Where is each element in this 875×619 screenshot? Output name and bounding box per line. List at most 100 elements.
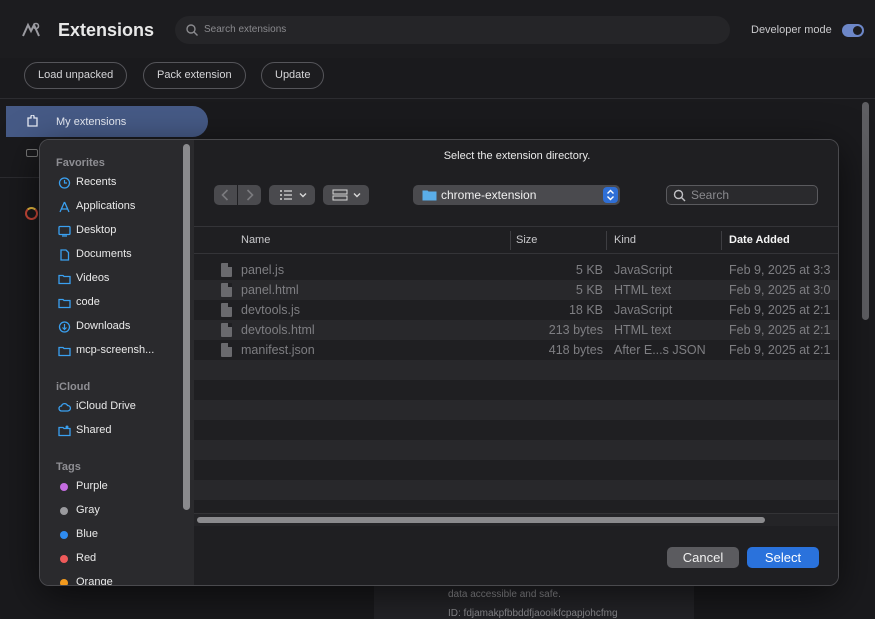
sidebar-item-label: Purple — [76, 480, 108, 492]
file-date: Feb 9, 2025 at 2:1 — [729, 323, 830, 337]
file-icon — [221, 263, 232, 277]
document-icon — [58, 249, 71, 261]
file-kind: HTML text — [614, 323, 671, 337]
dialog-search-field[interactable] — [666, 185, 818, 205]
extensions-search-bar[interactable]: Search extensions — [175, 16, 730, 44]
column-separator[interactable] — [606, 231, 607, 250]
folder-icon — [58, 273, 71, 285]
shared-folder-icon — [58, 425, 71, 437]
tag-color-dot — [60, 531, 68, 539]
file-date: Feb 9, 2025 at 2:1 — [729, 343, 830, 357]
extensions-header: Extensions Search extensions Developer m… — [0, 0, 875, 58]
developer-mode-toggle[interactable] — [842, 24, 864, 37]
chevron-left-icon — [214, 185, 237, 205]
pack-extension-button[interactable]: Pack extension — [143, 62, 246, 89]
page-title: Extensions — [58, 20, 154, 41]
file-name: panel.html — [241, 283, 299, 297]
chrome-web-store-icon[interactable] — [25, 207, 38, 220]
list-view-button[interactable] — [269, 185, 315, 205]
empty-row — [194, 480, 839, 500]
file-kind: After E...s JSON — [614, 343, 706, 357]
location-label: chrome-extension — [441, 188, 536, 202]
file-row[interactable]: devtools.html 213 bytes HTML text Feb 9,… — [194, 320, 839, 340]
sidebar-item-label: Recents — [76, 176, 116, 188]
tag-color-dot — [60, 507, 68, 515]
file-row[interactable]: panel.html 5 KB HTML text Feb 9, 2025 at… — [194, 280, 839, 300]
file-row[interactable]: devtools.js 18 KB JavaScript Feb 9, 2025… — [194, 300, 839, 320]
icloud-heading: iCloud — [56, 381, 90, 393]
sidebar-tag-red[interactable]: Red — [50, 549, 178, 569]
folder-icon — [58, 297, 71, 309]
sidebar-item-label: Documents — [76, 248, 132, 260]
sidebar-item-downloads[interactable]: Downloads — [50, 317, 178, 337]
sidebar-tag-orange[interactable]: Orange — [50, 573, 178, 586]
extension-card-description: data accessible and safe. — [448, 589, 561, 600]
up-down-chevron-icon — [603, 187, 618, 203]
sidebar-item-desktop[interactable]: Desktop — [50, 221, 178, 241]
file-size: 5 KB — [576, 283, 603, 297]
sidebar-item-documents[interactable]: Documents — [50, 245, 178, 265]
favorites-heading: Favorites — [56, 157, 105, 169]
sidebar-item-icloud-drive[interactable]: iCloud Drive — [50, 397, 178, 417]
list-view-icon — [269, 185, 315, 205]
sidebar-divider — [0, 177, 40, 178]
file-row[interactable]: panel.js 5 KB JavaScript Feb 9, 2025 at … — [194, 260, 839, 280]
grid-view-button[interactable] — [323, 185, 369, 205]
file-name: panel.js — [241, 263, 284, 277]
sidebar-item-mcp-screenshots[interactable]: mcp-screensh... — [50, 341, 178, 361]
sidebar-item-label: My extensions — [56, 116, 126, 128]
load-unpacked-button[interactable]: Load unpacked — [24, 62, 127, 89]
developer-mode-label: Developer mode — [751, 24, 832, 36]
sidebar-item-label: Shared — [76, 424, 111, 436]
file-kind: JavaScript — [614, 263, 672, 277]
sidebar-item-videos[interactable]: Videos — [50, 269, 178, 289]
page-scrollbar[interactable] — [862, 102, 869, 320]
file-name: devtools.js — [241, 303, 300, 317]
column-kind[interactable]: Kind — [614, 234, 636, 246]
file-list-header: Name Size Kind Date Added — [194, 226, 839, 254]
sidebar-tag-blue[interactable]: Blue — [50, 525, 178, 545]
header-divider — [0, 98, 875, 99]
search-input[interactable] — [691, 187, 811, 203]
tags-heading: Tags — [56, 461, 81, 473]
file-kind: HTML text — [614, 283, 671, 297]
back-button[interactable] — [214, 185, 237, 205]
dialog-title: Select the extension directory. — [194, 150, 839, 162]
sidebar-item-label: Blue — [76, 528, 98, 540]
file-icon — [221, 303, 232, 317]
sidebar-item-label: Orange — [76, 576, 113, 586]
sidebar-tag-purple[interactable]: Purple — [50, 477, 178, 497]
select-button[interactable]: Select — [747, 547, 819, 568]
download-icon — [58, 321, 71, 333]
sidebar-item-applications[interactable]: Applications — [50, 197, 178, 217]
column-size[interactable]: Size — [516, 234, 537, 246]
sidebar-item-code[interactable]: code — [50, 293, 178, 313]
file-row[interactable]: manifest.json 418 bytes After E...s JSON… — [194, 340, 839, 360]
sidebar-scrollbar[interactable] — [183, 144, 190, 510]
column-date-added[interactable]: Date Added — [729, 234, 790, 246]
file-size: 18 KB — [569, 303, 603, 317]
sidebar-item-shared[interactable]: Shared — [50, 421, 178, 441]
sidebar-tag-gray[interactable]: Gray — [50, 501, 178, 521]
forward-button[interactable] — [238, 185, 261, 205]
file-date: Feb 9, 2025 at 3:3 — [729, 263, 830, 277]
column-name[interactable]: Name — [241, 234, 270, 246]
column-separator[interactable] — [510, 231, 511, 250]
sidebar-item-my-extensions[interactable]: My extensions — [6, 106, 208, 137]
search-placeholder: Search extensions — [204, 24, 286, 35]
tag-color-dot — [60, 483, 68, 491]
column-separator[interactable] — [721, 231, 722, 250]
extensions-logo-icon — [20, 20, 42, 42]
cancel-button[interactable]: Cancel — [667, 547, 739, 568]
sidebar-item-label: Downloads — [76, 320, 130, 332]
sidebar-item-recents[interactable]: Recents — [50, 173, 178, 193]
update-button[interactable]: Update — [261, 62, 324, 89]
scrollbar-thumb[interactable] — [197, 517, 765, 523]
horizontal-scrollbar[interactable] — [194, 513, 839, 526]
location-popup[interactable]: chrome-extension — [413, 185, 620, 205]
file-icon — [221, 323, 232, 337]
sidebar-item-label: Desktop — [76, 224, 116, 236]
file-size: 5 KB — [576, 263, 603, 277]
search-icon — [185, 23, 199, 37]
keyboard-icon[interactable] — [26, 149, 38, 157]
